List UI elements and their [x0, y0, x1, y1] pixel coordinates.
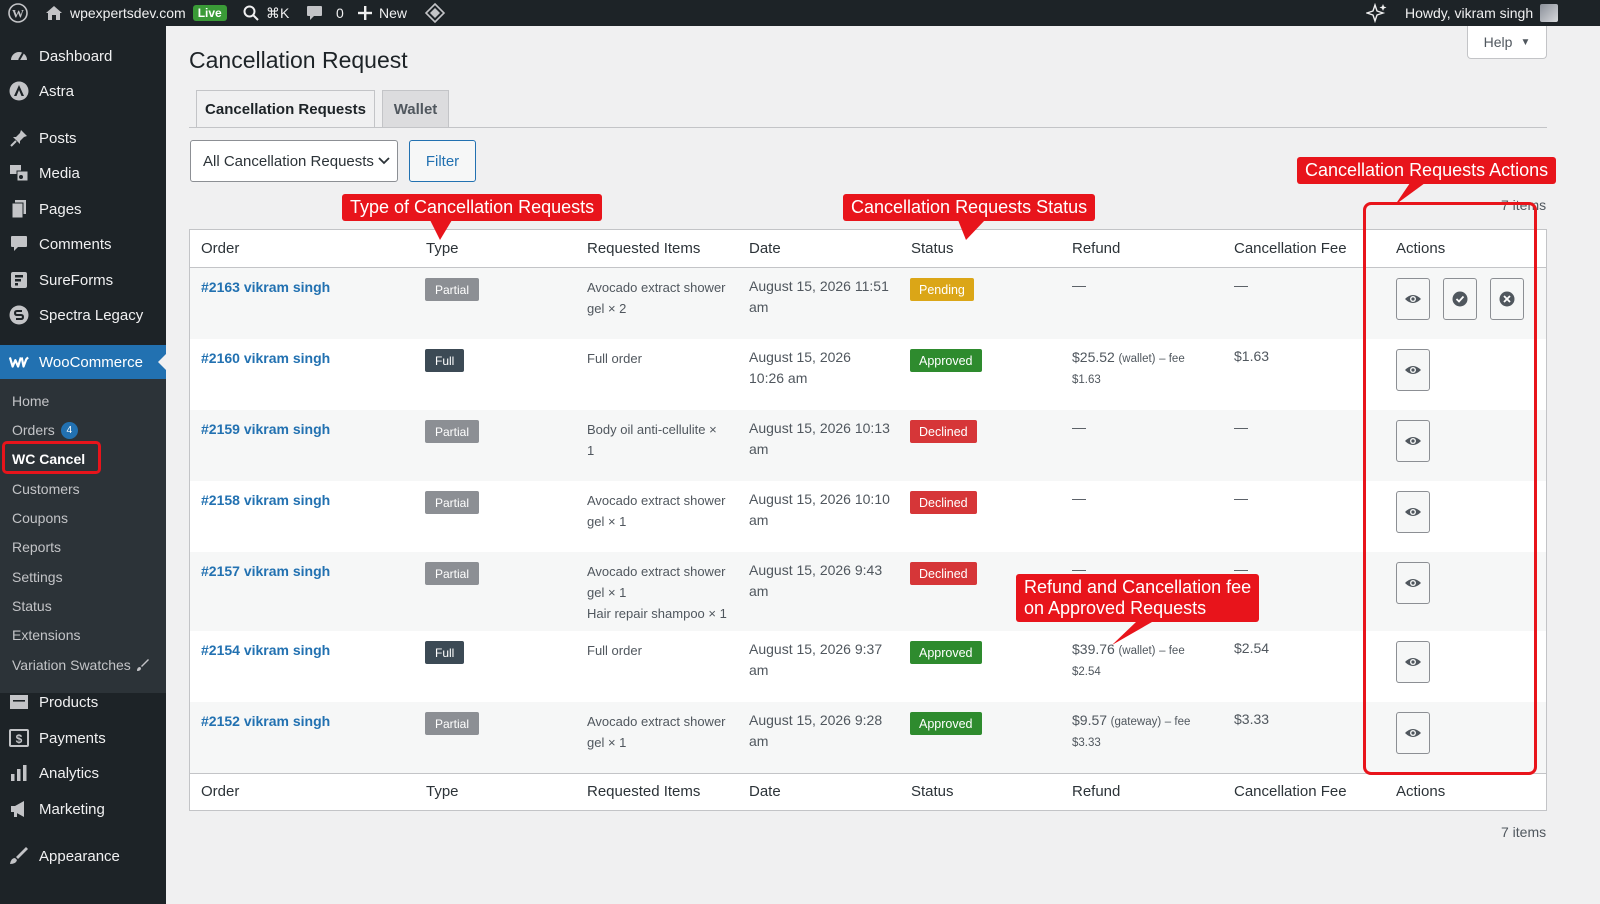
annotation-refund-label: Refund and Cancellation fee on Approved … — [1016, 574, 1260, 622]
annotation-arrows — [430, 183, 1425, 645]
annotation-refund-line: Refund and Cancellation fee — [1024, 577, 1252, 597]
annotation-actions-label: Cancellation Requests Actions — [1297, 157, 1557, 184]
annotation-type-label: Type of Cancellation Requests — [342, 194, 603, 221]
actions-column-highlight — [1363, 202, 1537, 775]
annotation-status-label: Cancellation Requests Status — [843, 194, 1096, 221]
annotation-refund-line: on Approved Requests — [1024, 598, 1207, 618]
